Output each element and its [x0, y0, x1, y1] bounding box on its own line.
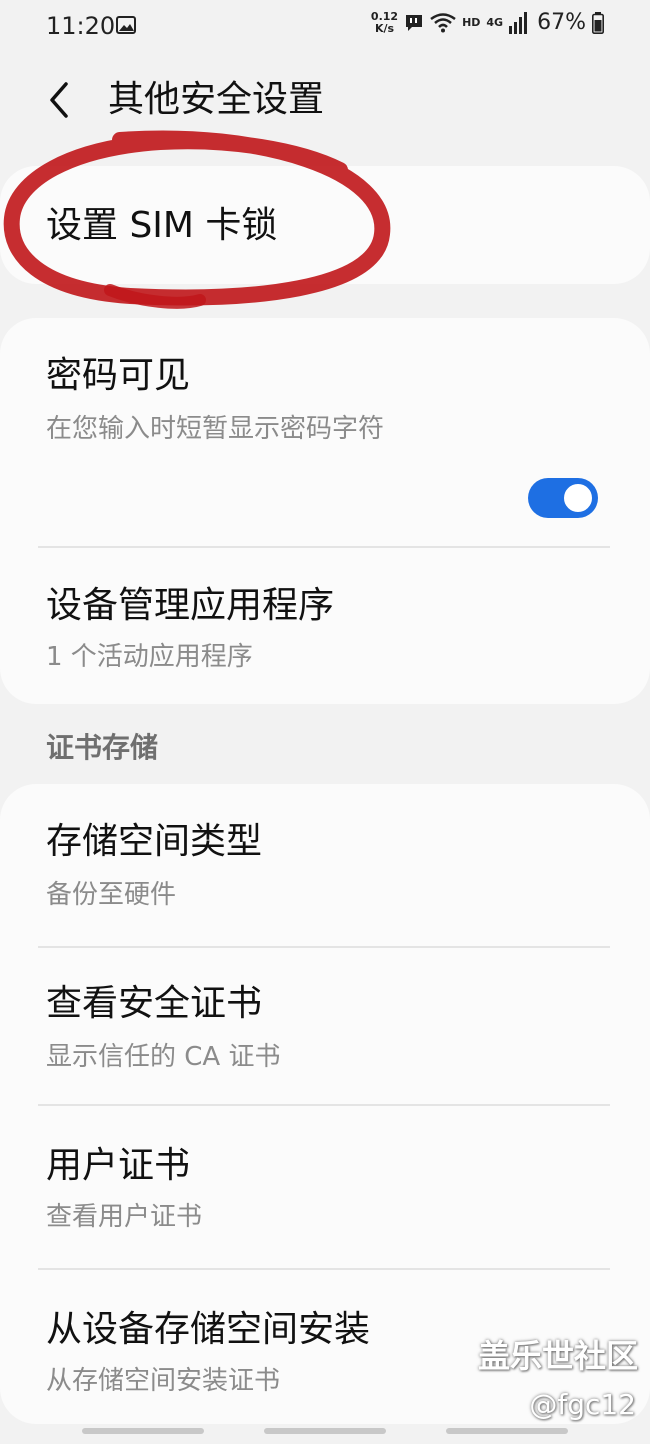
password-visible-title: 密码可见 [46, 355, 191, 396]
sim-lock-item[interactable]: 设置 SIM 卡锁 [0, 166, 650, 284]
net-speed: 0.12 K/s [370, 9, 399, 35]
user-certs-subtitle: 查看用户证书 [46, 1202, 203, 1232]
back-arrow-icon[interactable] [36, 74, 84, 126]
view-certs-title: 查看安全证书 [46, 983, 263, 1024]
battery-percent: 67% [537, 10, 586, 35]
device-admin-item[interactable]: 设备管理应用程序 1 个活动应用程序 [0, 548, 650, 704]
user-certs-item[interactable]: 用户证书 查看用户证书 [0, 1106, 650, 1268]
storage-type-title: 存储空间类型 [46, 821, 263, 862]
page-header: 其他安全设置 [0, 60, 650, 140]
device-admin-title: 设备管理应用程序 [46, 585, 335, 626]
signal-icon [509, 11, 528, 34]
status-time: 11:20 [46, 12, 116, 40]
nav-recents-pill[interactable] [82, 1428, 204, 1434]
chat-icon [406, 14, 423, 31]
hd-label: HD [462, 16, 481, 29]
view-certs-item[interactable]: 查看安全证书 显示信任的 CA 证书 [0, 948, 650, 1104]
network-label: 4G [486, 16, 504, 29]
net-speed-unit: K/s [374, 21, 395, 35]
storage-type-subtitle: 备份至硬件 [46, 880, 177, 910]
cert-storage-card: 存储空间类型 备份至硬件 查看安全证书 显示信任的 CA 证书 用户证书 查看用… [0, 784, 650, 1424]
gallery-icon [116, 16, 136, 34]
nav-home-pill[interactable] [264, 1428, 386, 1434]
sim-lock-title: 设置 SIM 卡锁 [46, 205, 278, 246]
status-indicators: 0.12 K/s HD 4G 67% [371, 10, 604, 35]
install-from-storage-title: 从设备存储空间安装 [46, 1309, 371, 1350]
password-visible-subtitle: 在您输入时短暂显示密码字符 [46, 414, 385, 444]
nav-back-pill[interactable] [446, 1428, 568, 1434]
navigation-bar [0, 1420, 650, 1444]
wifi-icon [430, 12, 456, 32]
watermark-site: 盖乐世社区 [477, 1337, 638, 1375]
net-speed-value: 0.12 [370, 9, 399, 23]
user-certs-title: 用户证书 [46, 1145, 191, 1186]
section-header-cert-storage: 证书存储 [46, 731, 159, 764]
device-admin-subtitle: 1 个活动应用程序 [46, 642, 253, 672]
page-title: 其他安全设置 [108, 79, 325, 120]
battery-icon [592, 11, 604, 34]
password-visible-toggle[interactable] [528, 478, 598, 518]
watermark-handle: @fgc12 [529, 1388, 636, 1421]
toggle-knob [561, 481, 595, 515]
status-bar: 11:20 0.12 K/s HD 4G 67% [0, 0, 650, 58]
view-certs-subtitle: 显示信任的 CA 证书 [46, 1042, 281, 1072]
storage-type-item[interactable]: 存储空间类型 备份至硬件 [0, 784, 650, 946]
install-from-storage-subtitle: 从存储空间安装证书 [46, 1366, 281, 1396]
